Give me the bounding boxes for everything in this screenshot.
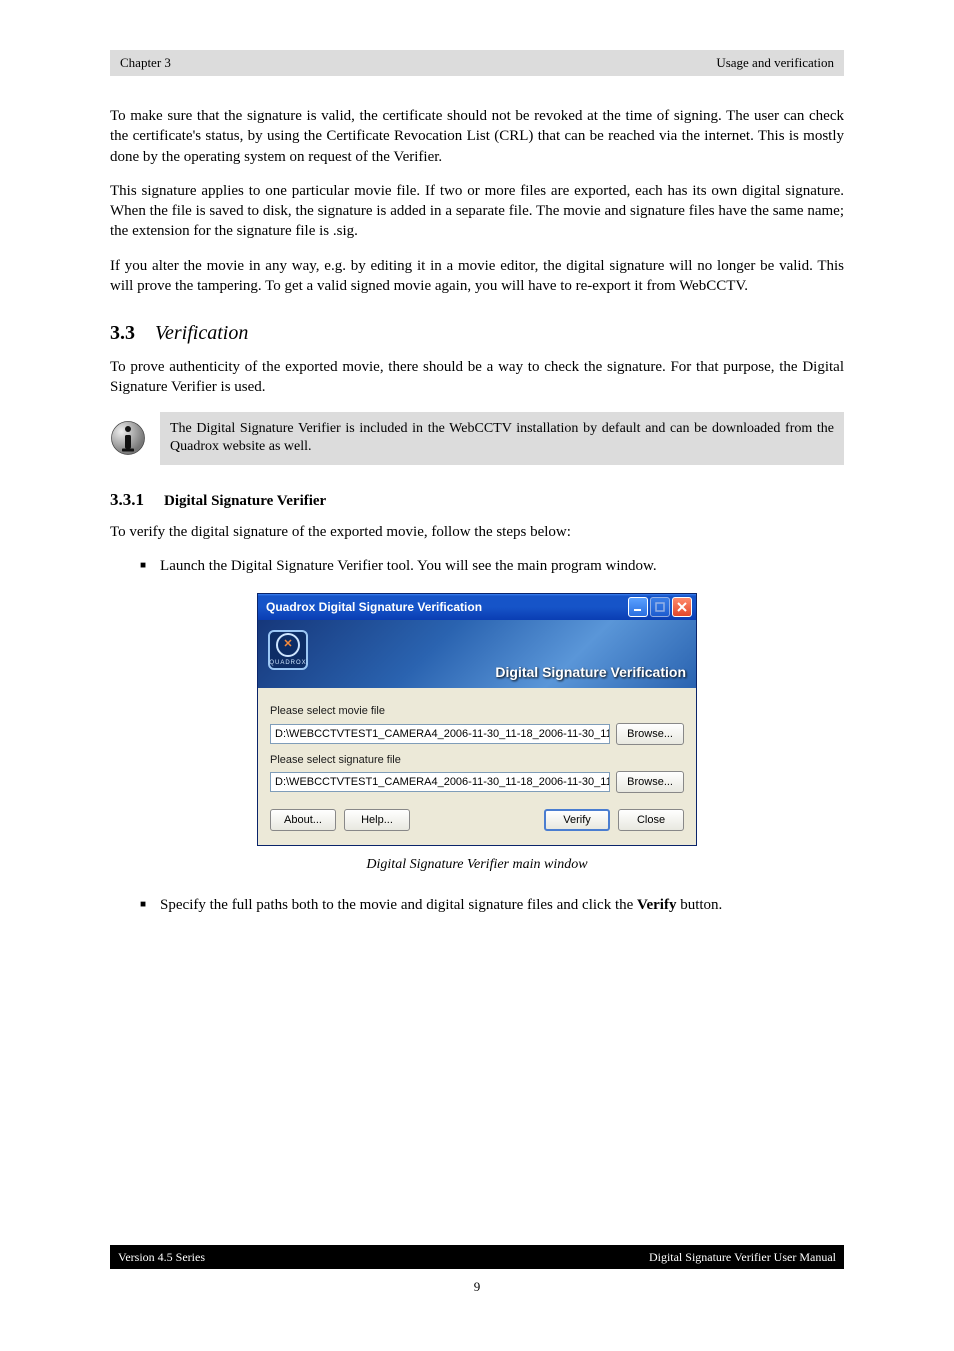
body-text-block: To make sure that the signature is valid… (110, 106, 844, 916)
bullet-icon: ■ (140, 556, 146, 576)
section-title: Verification (155, 320, 248, 347)
dialog-banner: ✕ QUADROX Digital Signature Verification (258, 620, 696, 688)
movie-file-input[interactable]: D:\WEBCCTVTEST1_CAMERA4_2006-11-30_11-18… (270, 724, 610, 744)
about-button[interactable]: About... (270, 809, 336, 831)
header-left: Chapter 3 (120, 55, 171, 71)
signature-file-label: Please select signature file (270, 753, 684, 768)
banner-title: Digital Signature Verification (495, 663, 686, 682)
quadrox-logo: ✕ QUADROX (268, 630, 308, 670)
info-icon (110, 420, 146, 456)
paragraph: If you alter the movie in any way, e.g. … (110, 256, 844, 297)
bullet-icon: ■ (140, 895, 146, 915)
signature-file-input[interactable]: D:\WEBCCTVTEST1_CAMERA4_2006-11-30_11-18… (270, 772, 610, 792)
page-number: 9 (0, 1279, 954, 1295)
note-text: The Digital Signature Verifier is includ… (160, 412, 844, 466)
heading-dsv: 3.3.1 Digital Signature Verifier (110, 489, 844, 512)
close-dialog-button[interactable]: Close (618, 809, 684, 831)
paragraph: To make sure that the signature is valid… (110, 106, 844, 167)
verify-word: Verify (637, 897, 676, 913)
page-header: Chapter 3 Usage and verification (110, 50, 844, 76)
dialog-window: Quadrox Digital Signature Verification (257, 593, 697, 847)
list-item: ■ Launch the Digital Signature Verifier … (140, 556, 844, 576)
maximize-icon (655, 602, 665, 612)
paragraph: To prove authenticity of the exported mo… (110, 357, 844, 398)
page-footer: Version 4.5 Series Digital Signature Ver… (110, 1245, 844, 1269)
help-button[interactable]: Help... (344, 809, 410, 831)
browse-movie-button[interactable]: Browse... (616, 723, 684, 745)
paragraph: To verify the digital signature of the e… (110, 522, 844, 542)
list-item: ■ Specify the full paths both to the mov… (140, 895, 844, 915)
header-right: Usage and verification (716, 55, 834, 71)
footer-left: Version 4.5 Series (118, 1250, 205, 1265)
close-icon (677, 602, 687, 612)
heading-verification: 3.3 Verification (110, 320, 844, 347)
minimize-icon (633, 602, 643, 612)
movie-file-label: Please select movie file (270, 704, 684, 719)
paragraph: This signature applies to one particular… (110, 181, 844, 242)
section-number: 3.3 (110, 320, 135, 347)
minimize-button[interactable] (628, 597, 648, 617)
footer-right: Digital Signature Verifier User Manual (649, 1250, 836, 1265)
verify-button[interactable]: Verify (544, 809, 610, 831)
maximize-button (650, 597, 670, 617)
section-title: Digital Signature Verifier (164, 491, 326, 511)
section-number: 3.3.1 (110, 489, 144, 512)
titlebar[interactable]: Quadrox Digital Signature Verification (258, 594, 696, 620)
window-title: Quadrox Digital Signature Verification (266, 599, 482, 615)
browse-signature-button[interactable]: Browse... (616, 771, 684, 793)
step-text: Launch the Digital Signature Verifier to… (160, 556, 657, 576)
figure-caption: Digital Signature Verifier main window (110, 856, 844, 875)
step-text: Specify the full paths both to the movie… (160, 895, 722, 915)
close-button[interactable] (672, 597, 692, 617)
